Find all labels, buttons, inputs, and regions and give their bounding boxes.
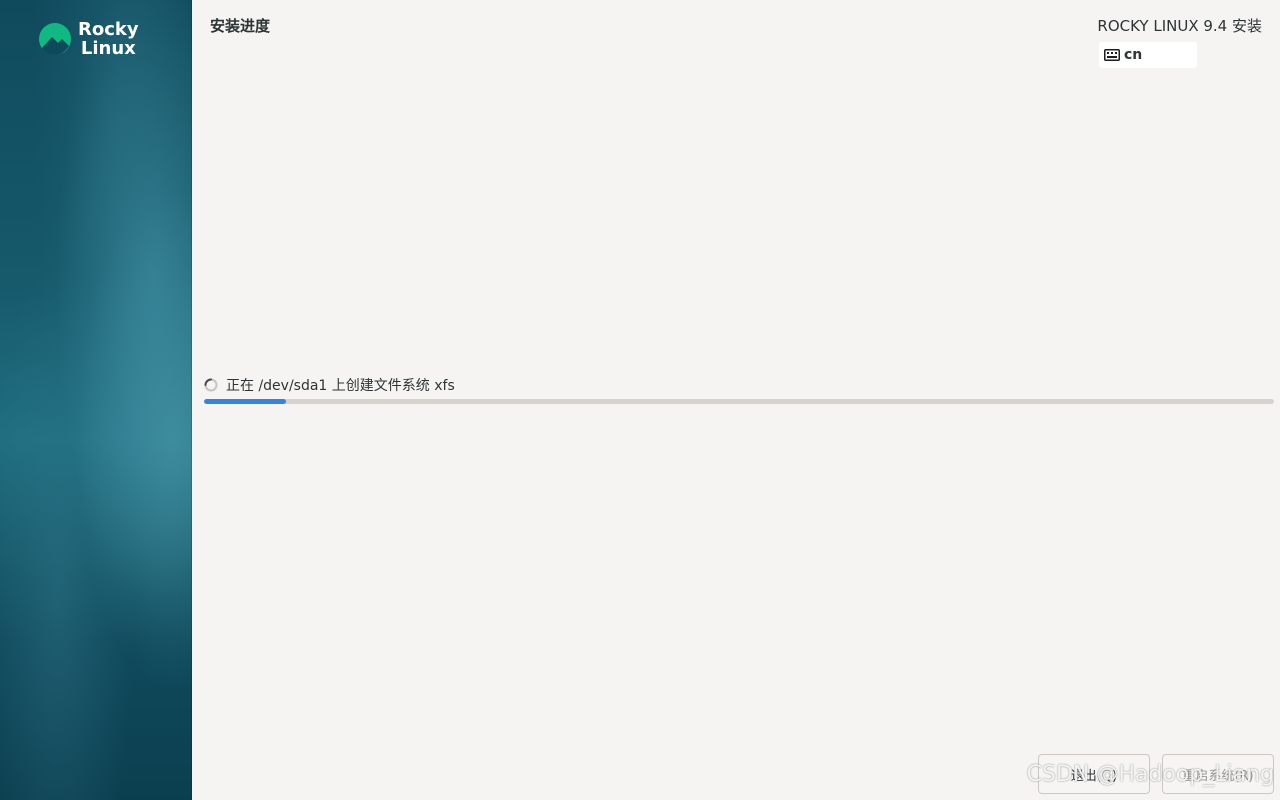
keyboard-icon bbox=[1104, 49, 1120, 61]
progress-status: 正在 /dev/sda1 上创建文件系统 xfs bbox=[204, 375, 455, 395]
installer-window: Rocky Linux 安装进度 ROCKY LINUX 9.4 安装 cn 正 bbox=[0, 0, 1280, 800]
main-panel: 安装进度 ROCKY LINUX 9.4 安装 cn 正在 /dev/sda1 … bbox=[192, 0, 1280, 800]
keyboard-layout-label: cn bbox=[1124, 47, 1143, 63]
logo-line-2: Linux bbox=[80, 38, 136, 59]
rocky-logo-icon bbox=[39, 23, 71, 55]
sidebar: Rocky Linux bbox=[0, 0, 192, 800]
rocky-linux-logo: Rocky Linux bbox=[38, 20, 139, 58]
keyboard-layout-indicator[interactable]: cn bbox=[1099, 42, 1197, 68]
watermark: CSDN @Hadoop_Liang bbox=[1026, 762, 1274, 787]
product-title: ROCKY LINUX 9.4 安装 bbox=[1097, 17, 1262, 35]
status-text: 正在 /dev/sda1 上创建文件系统 xfs bbox=[226, 378, 455, 394]
logo-wordmark: Rocky Linux bbox=[78, 20, 139, 58]
page-title: 安装进度 bbox=[210, 17, 271, 35]
spinner-icon bbox=[204, 378, 218, 392]
progress-bar-fill bbox=[204, 399, 287, 404]
logo-line-1: Rocky bbox=[78, 19, 139, 40]
progress-bar bbox=[204, 399, 1274, 404]
